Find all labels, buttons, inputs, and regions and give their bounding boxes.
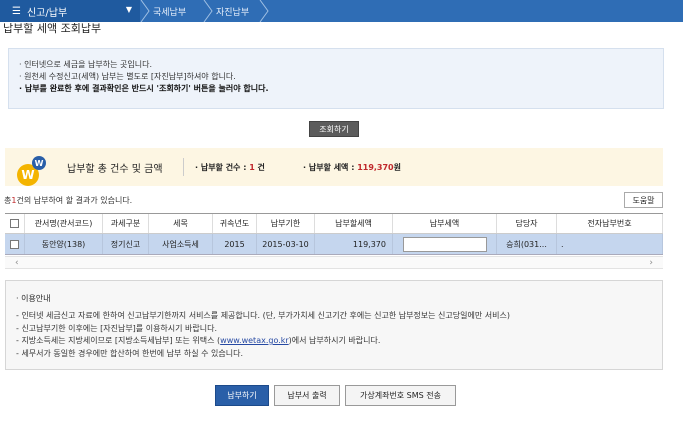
result-suffix: 건의 납부하여 할 결과가 있습니다. bbox=[16, 196, 133, 205]
cell-year: 2015 bbox=[213, 234, 257, 254]
pay-button[interactable]: 납부하기 bbox=[215, 385, 269, 406]
svg-text:W: W bbox=[35, 159, 44, 168]
row-select-cell bbox=[5, 234, 25, 254]
result-count-text: 총1건의 납부하여 할 결과가 있습니다. bbox=[4, 195, 132, 206]
scroll-right-icon[interactable]: › bbox=[649, 257, 653, 269]
cell-pay-amount bbox=[393, 234, 497, 254]
header-pay-amount: 납부세액 bbox=[393, 214, 497, 233]
query-button[interactable]: 조회하기 bbox=[309, 121, 359, 137]
wetax-w-logo-icon: W W bbox=[17, 156, 46, 186]
chevron-down-icon: ▼ bbox=[125, 5, 132, 14]
menu-dropdown-button[interactable]: ☰ 신고/납부 ▼ bbox=[0, 0, 140, 22]
page-title: 납부할 세액 조회납부 bbox=[3, 22, 102, 35]
cell-due-amount: 119,370 bbox=[315, 234, 393, 254]
cell-due-date: 2015-03-10 bbox=[257, 234, 315, 254]
table-row[interactable]: 동안양(138) 정기신고 사업소득세 2015 2015-03-10 119,… bbox=[5, 234, 663, 255]
help-button[interactable]: 도움말 bbox=[624, 192, 663, 208]
breadcrumb-separator-icon bbox=[140, 0, 150, 22]
guide-title: · 이용안내 bbox=[16, 294, 51, 303]
count-unit: 건 bbox=[254, 163, 265, 172]
header-tax-item: 세목 bbox=[149, 214, 213, 233]
summary-title: 납부할 총 건수 및 금액 bbox=[67, 164, 163, 175]
breadcrumb-tax-payment[interactable]: 국세납부 bbox=[153, 0, 186, 22]
row-checkbox[interactable] bbox=[10, 239, 19, 249]
cell-manager: 승희(031... bbox=[497, 234, 557, 254]
notice-item-important: 납부를 완료한 후에 결과확인은 반드시 '조회하기' 버튼을 눌러야 합니다. bbox=[19, 83, 663, 95]
amount-unit: 원 bbox=[393, 163, 401, 172]
header-due-date: 납부기한 bbox=[257, 214, 315, 233]
guide-item-text: 지방소득세는 지방세이므로 [지방소득세납부] 또는 위택스 ( bbox=[21, 336, 221, 345]
notice-item: 인터넷으로 세금을 납부하는 곳입니다. bbox=[19, 59, 663, 71]
count-label: 납부할 건수 : bbox=[200, 163, 250, 172]
cell-tax-item: 사업소득세 bbox=[149, 234, 213, 254]
print-bill-button[interactable]: 납부서 출력 bbox=[274, 385, 340, 406]
table-header-row: 관서명(관서코드) 과세구분 세목 귀속년도 납부기한 납부할세액 납부세액 담… bbox=[5, 213, 663, 234]
cell-e-payment-no: . bbox=[557, 234, 663, 254]
payment-summary-panel: W W 납부할 총 건수 및 금액 · 납부할 건수 : 1 건 · 납부할 세… bbox=[5, 148, 663, 186]
svg-text:W: W bbox=[21, 168, 34, 182]
select-all-checkbox[interactable] bbox=[10, 219, 19, 228]
header-year: 귀속년도 bbox=[213, 214, 257, 233]
breadcrumb-self-payment[interactable]: 자진납부 bbox=[216, 0, 249, 22]
guide-item-text: )에서 납부하시기 바랍니다. bbox=[288, 336, 381, 345]
summary-count: · 납부할 건수 : 1 건 bbox=[195, 162, 265, 173]
hamburger-icon: ☰ bbox=[12, 5, 21, 17]
header-e-payment-no: 전자납부번호 bbox=[557, 214, 663, 233]
breadcrumb-separator-icon bbox=[203, 0, 213, 22]
select-all-cell bbox=[5, 214, 25, 233]
header-tax-type: 과세구분 bbox=[103, 214, 149, 233]
guide-item: 인터넷 세금신고 자료에 한하여 신고납부기한까지 서비스를 제공합니다. (단… bbox=[16, 310, 662, 323]
cell-tax-type: 정기신고 bbox=[103, 234, 149, 254]
guide-item: 세무서가 동일한 경우에만 합산하여 한번에 납부 하실 수 있습니다. bbox=[16, 348, 662, 361]
sms-virtual-account-button[interactable]: 가상계좌번호 SMS 전송 bbox=[345, 385, 456, 406]
breadcrumb-separator-icon bbox=[259, 0, 269, 22]
menu-label: 신고/납부 bbox=[26, 7, 68, 19]
summary-divider bbox=[183, 158, 184, 176]
wetax-link[interactable]: www.wetax.go.kr bbox=[220, 336, 289, 345]
usage-guide-box: · 이용안내 인터넷 세금신고 자료에 한하여 신고납부기한까지 서비스를 제공… bbox=[5, 280, 663, 370]
header-office: 관서명(관서코드) bbox=[25, 214, 103, 233]
amount-label: 납부할 세액 : bbox=[308, 163, 358, 172]
table-horizontal-scrollbar[interactable]: ‹ › bbox=[5, 256, 663, 269]
guide-item: 지방소득세는 지방세이므로 [지방소득세납부] 또는 위택스 (www.weta… bbox=[16, 335, 662, 348]
scroll-left-icon[interactable]: ‹ bbox=[15, 257, 19, 269]
guide-item: 신고납부기한 이후에는 [자진납부]를 이용하시기 바랍니다. bbox=[16, 323, 662, 336]
pay-amount-input[interactable] bbox=[402, 236, 487, 252]
notice-box: 인터넷으로 세금을 납부하는 곳입니다. 원천세 수정신고(세액) 납부는 별도… bbox=[8, 48, 664, 109]
cell-office: 동안양(138) bbox=[25, 234, 103, 254]
notice-item: 원천세 수정신고(세액) 납부는 별도로 [자진납부]하셔야 합니다. bbox=[19, 71, 663, 83]
header-manager: 담당자 bbox=[497, 214, 557, 233]
amount-value: 119,370 bbox=[357, 163, 394, 172]
top-navigation-bar: ☰ 신고/납부 ▼ 국세납부 자진납부 bbox=[0, 0, 683, 22]
header-due-amount: 납부할세액 bbox=[315, 214, 393, 233]
summary-amount: · 납부할 세액 : 119,370원 bbox=[303, 162, 401, 173]
